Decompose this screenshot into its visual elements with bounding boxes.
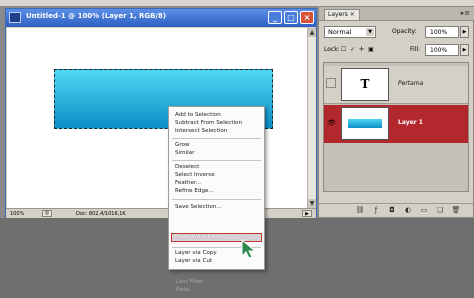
link-icon[interactable]: ⛓ (355, 206, 365, 215)
layer-row-selected[interactable]: 👁 Layer 1 (324, 105, 468, 143)
document-window: Untitled-1 @ 100% (Layer 1, RGB/8) _ □ ×… (5, 8, 317, 218)
minimize-button[interactable]: _ (268, 11, 282, 24)
panel-menu-icon[interactable]: ▸≡ (460, 9, 471, 18)
scroll-right-icon[interactable]: ▶ (302, 210, 312, 217)
close-button[interactable]: × (300, 11, 314, 24)
layer-name[interactable]: Pertama (398, 80, 423, 87)
fx-icon[interactable]: ƒ (371, 206, 381, 215)
new-layer-icon[interactable]: ❏ (435, 206, 445, 215)
opacity-input[interactable]: 100% (425, 26, 459, 38)
fill-input[interactable]: 100% (425, 44, 459, 56)
status-navigator-icon[interactable]: ◎ (42, 210, 52, 217)
menu-item-layer-via-cut[interactable]: Layer via Cut (175, 258, 212, 265)
menu-item-fade: Fade... (176, 287, 195, 293)
gradient-thumbnail (348, 119, 382, 128)
layer-thumbnail: T (341, 68, 389, 101)
scroll-up-icon[interactable]: ▲ (308, 28, 316, 37)
document-title: Untitled-1 @ 100% (Layer 1, RGB/8) (26, 12, 167, 20)
fill-label: Fill: (410, 46, 421, 53)
eye-icon[interactable]: 👁 (327, 119, 336, 127)
menu-item-save-selection[interactable]: Save Selection... (175, 204, 222, 211)
menu-item-feather[interactable]: Feather... (175, 180, 201, 187)
document-info: Doc: 802,4/1016,1K (76, 211, 126, 217)
menu-item-grow[interactable]: Grow (175, 142, 190, 149)
mask-icon[interactable]: ◘ (387, 206, 397, 215)
layer-row-text[interactable]: T Pertama (324, 66, 468, 104)
fill-slider-icon[interactable]: ▶ (460, 44, 469, 56)
menu-item-similar[interactable]: Similar (175, 150, 194, 157)
blend-mode-select[interactable]: Normal ▼ (324, 26, 376, 38)
lock-icons[interactable]: ☐ ✓ ✛ ▣ (341, 46, 375, 53)
menu-item-select-inverse[interactable]: Select Inverse (175, 172, 215, 179)
status-bar: 100% ◎ Doc: 802,4/1016,1K ▶ (6, 208, 316, 218)
menu-separator (172, 199, 261, 200)
mouse-cursor-icon (241, 238, 257, 259)
menu-item-intersect-selection[interactable]: Intersect Selection (175, 128, 227, 135)
scroll-down-icon[interactable]: ▼ (308, 199, 316, 208)
chevron-down-icon: ▼ (366, 28, 374, 36)
text-layer-icon: T (360, 77, 370, 91)
opacity-slider-icon[interactable]: ▶ (460, 26, 469, 38)
menu-item-last-filter: Last Filter (176, 279, 204, 285)
menu-item-refine-edge[interactable]: Refine Edge... (175, 188, 214, 195)
menu-item-subtract-from-selection[interactable]: Subtract From Selection (175, 120, 242, 127)
layers-panel-footer: ⛓ ƒ ◘ ◐ ▭ ❏ 🗑 (319, 203, 473, 217)
group-icon[interactable]: ▭ (419, 206, 429, 215)
panel-tabbar: Layers × ▸≡ (319, 7, 474, 21)
menu-separator (172, 160, 261, 161)
opacity-label: Opacity: (392, 28, 417, 35)
maximize-button[interactable]: □ (284, 11, 298, 24)
zoom-level[interactable]: 100% (10, 211, 24, 217)
menu-item-layer-via-copy[interactable]: Layer via Copy (175, 250, 217, 257)
layer-name[interactable]: Layer 1 (398, 119, 423, 126)
adjustment-icon[interactable]: ◐ (403, 206, 413, 215)
menu-item-add-to-selection[interactable]: Add to Selection (175, 112, 221, 119)
menu-item-make-work-path[interactable]: Make Work Path... (175, 234, 225, 241)
layers-panel: Layers × ▸≡ Normal ▼ Opacity: 100% ▶ Loc… (318, 6, 474, 218)
vertical-scrollbar[interactable]: ▲ ▼ (307, 28, 316, 208)
menu-item-deselect[interactable]: Deselect (175, 164, 199, 171)
visibility-toggle[interactable] (326, 78, 336, 88)
menu-separator (172, 138, 261, 139)
lock-label: Lock: (324, 46, 340, 53)
document-titlebar[interactable]: Untitled-1 @ 100% (Layer 1, RGB/8) _ □ × (6, 9, 316, 27)
trash-icon[interactable]: 🗑 (451, 206, 461, 215)
document-icon (9, 12, 21, 23)
blend-mode-value: Normal (328, 28, 352, 36)
layers-list: T Pertama 👁 Layer 1 (323, 62, 469, 192)
layer-thumbnail (341, 107, 389, 140)
tab-layers[interactable]: Layers × (324, 9, 360, 20)
